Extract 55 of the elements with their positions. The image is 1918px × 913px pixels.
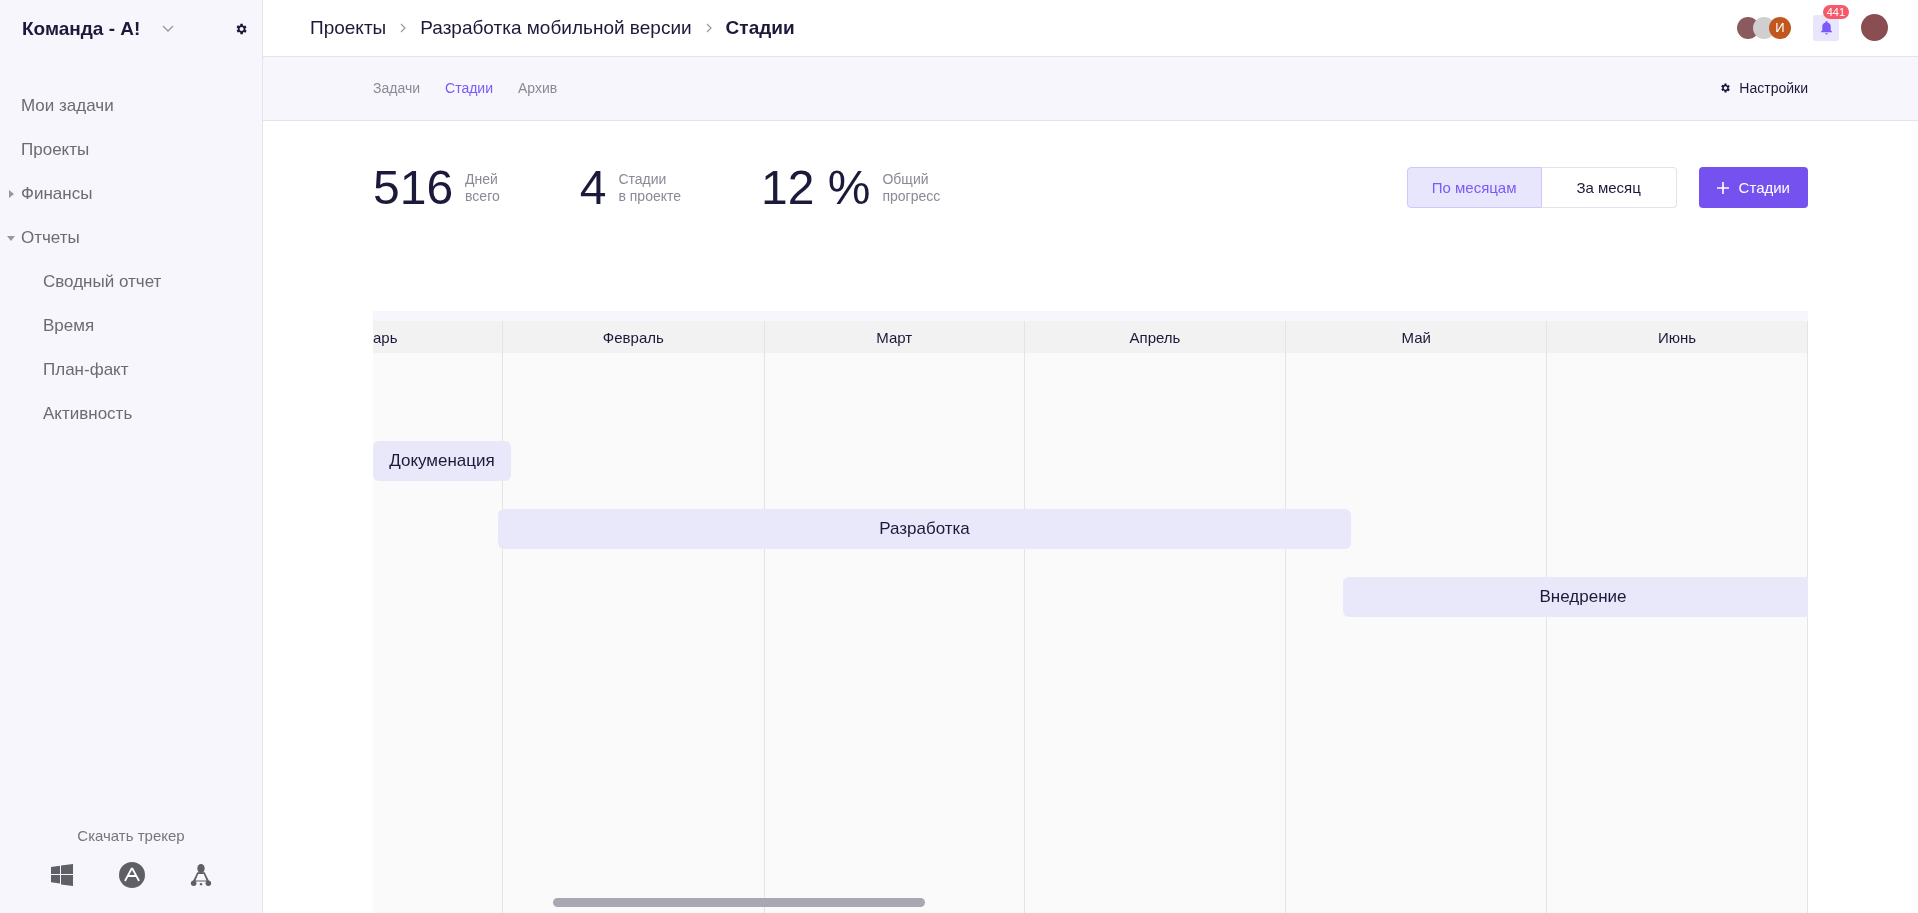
nav-subitem[interactable]: Сводный отчет — [0, 260, 262, 304]
plus-icon — [1716, 181, 1729, 194]
breadcrumb[interactable]: Разработка мобильной версии — [420, 16, 692, 39]
settings-label: Настройки — [1739, 80, 1808, 97]
chevron-right-icon — [400, 22, 407, 33]
settings-icon — [1719, 82, 1732, 95]
month-label: Февраль — [602, 328, 664, 346]
stat-value: 12 % — [761, 160, 871, 215]
month-label: Март — [876, 328, 913, 346]
chevron-down-icon[interactable] — [162, 24, 175, 33]
horizontal-scrollbar[interactable] — [553, 898, 925, 907]
stat-label: Дней всего — [465, 171, 500, 204]
view-toggle-button[interactable]: По месяцам — [1406, 167, 1542, 208]
expand-triangle-icon — [7, 190, 15, 198]
settings-icon[interactable] — [234, 21, 248, 36]
avatar[interactable]: И — [1769, 16, 1791, 39]
view-toggle-button[interactable]: За месяц — [1541, 167, 1677, 208]
stat-value: 516 — [373, 160, 454, 215]
tab[interactable]: Задачи — [373, 80, 420, 97]
nav-subitem[interactable]: Активность — [0, 392, 262, 436]
month-label: Апрель — [1129, 328, 1181, 346]
nav-group[interactable]: Финансы — [0, 172, 262, 216]
bell-icon — [1818, 20, 1834, 36]
linux-icon[interactable] — [190, 862, 212, 888]
breadcrumb[interactable]: Проекты — [310, 16, 387, 39]
tab[interactable]: Стадии — [445, 80, 493, 97]
windows-icon[interactable] — [50, 863, 74, 887]
nav-subitem[interactable]: Время — [0, 304, 262, 348]
stage-bar[interactable]: Внедрение — [1343, 577, 1808, 617]
nav-subitem[interactable]: План-факт — [0, 348, 262, 392]
month-label: арь — [373, 328, 398, 346]
stat-label: Стадии в проекте — [618, 171, 682, 204]
stage-bar[interactable]: Докуменация — [373, 441, 511, 481]
settings-link[interactable]: Настройки — [1719, 80, 1808, 97]
user-avatar[interactable] — [1861, 14, 1888, 42]
tab[interactable]: Архив — [518, 80, 558, 97]
breadcrumb: Стадии — [725, 16, 795, 39]
chevron-right-icon — [705, 22, 712, 33]
month-label: Май — [1401, 328, 1431, 346]
expand-triangle-icon — [7, 234, 15, 242]
add-stage-button[interactable]: Стадии — [1698, 167, 1808, 208]
app-store-icon[interactable] — [119, 862, 145, 888]
month-label: Июнь — [1658, 328, 1697, 346]
nav-group-label: Отчеты — [21, 228, 80, 248]
team-name[interactable]: Команда - А! — [22, 17, 141, 40]
nav-group-label: Финансы — [21, 184, 93, 204]
stat-value: 4 — [579, 160, 607, 215]
notification-count: 441 — [1822, 4, 1849, 19]
stage-bar[interactable]: Разработка — [498, 509, 1351, 549]
nav-item[interactable]: Проекты — [0, 128, 262, 172]
nav-group[interactable]: Отчеты — [0, 216, 262, 260]
notifications-button[interactable] — [1813, 14, 1839, 41]
nav-item[interactable]: Мои задачи — [0, 84, 262, 128]
download-label: Скачать трекер — [76, 827, 186, 844]
stat-label: Общий прогресс — [882, 171, 941, 204]
